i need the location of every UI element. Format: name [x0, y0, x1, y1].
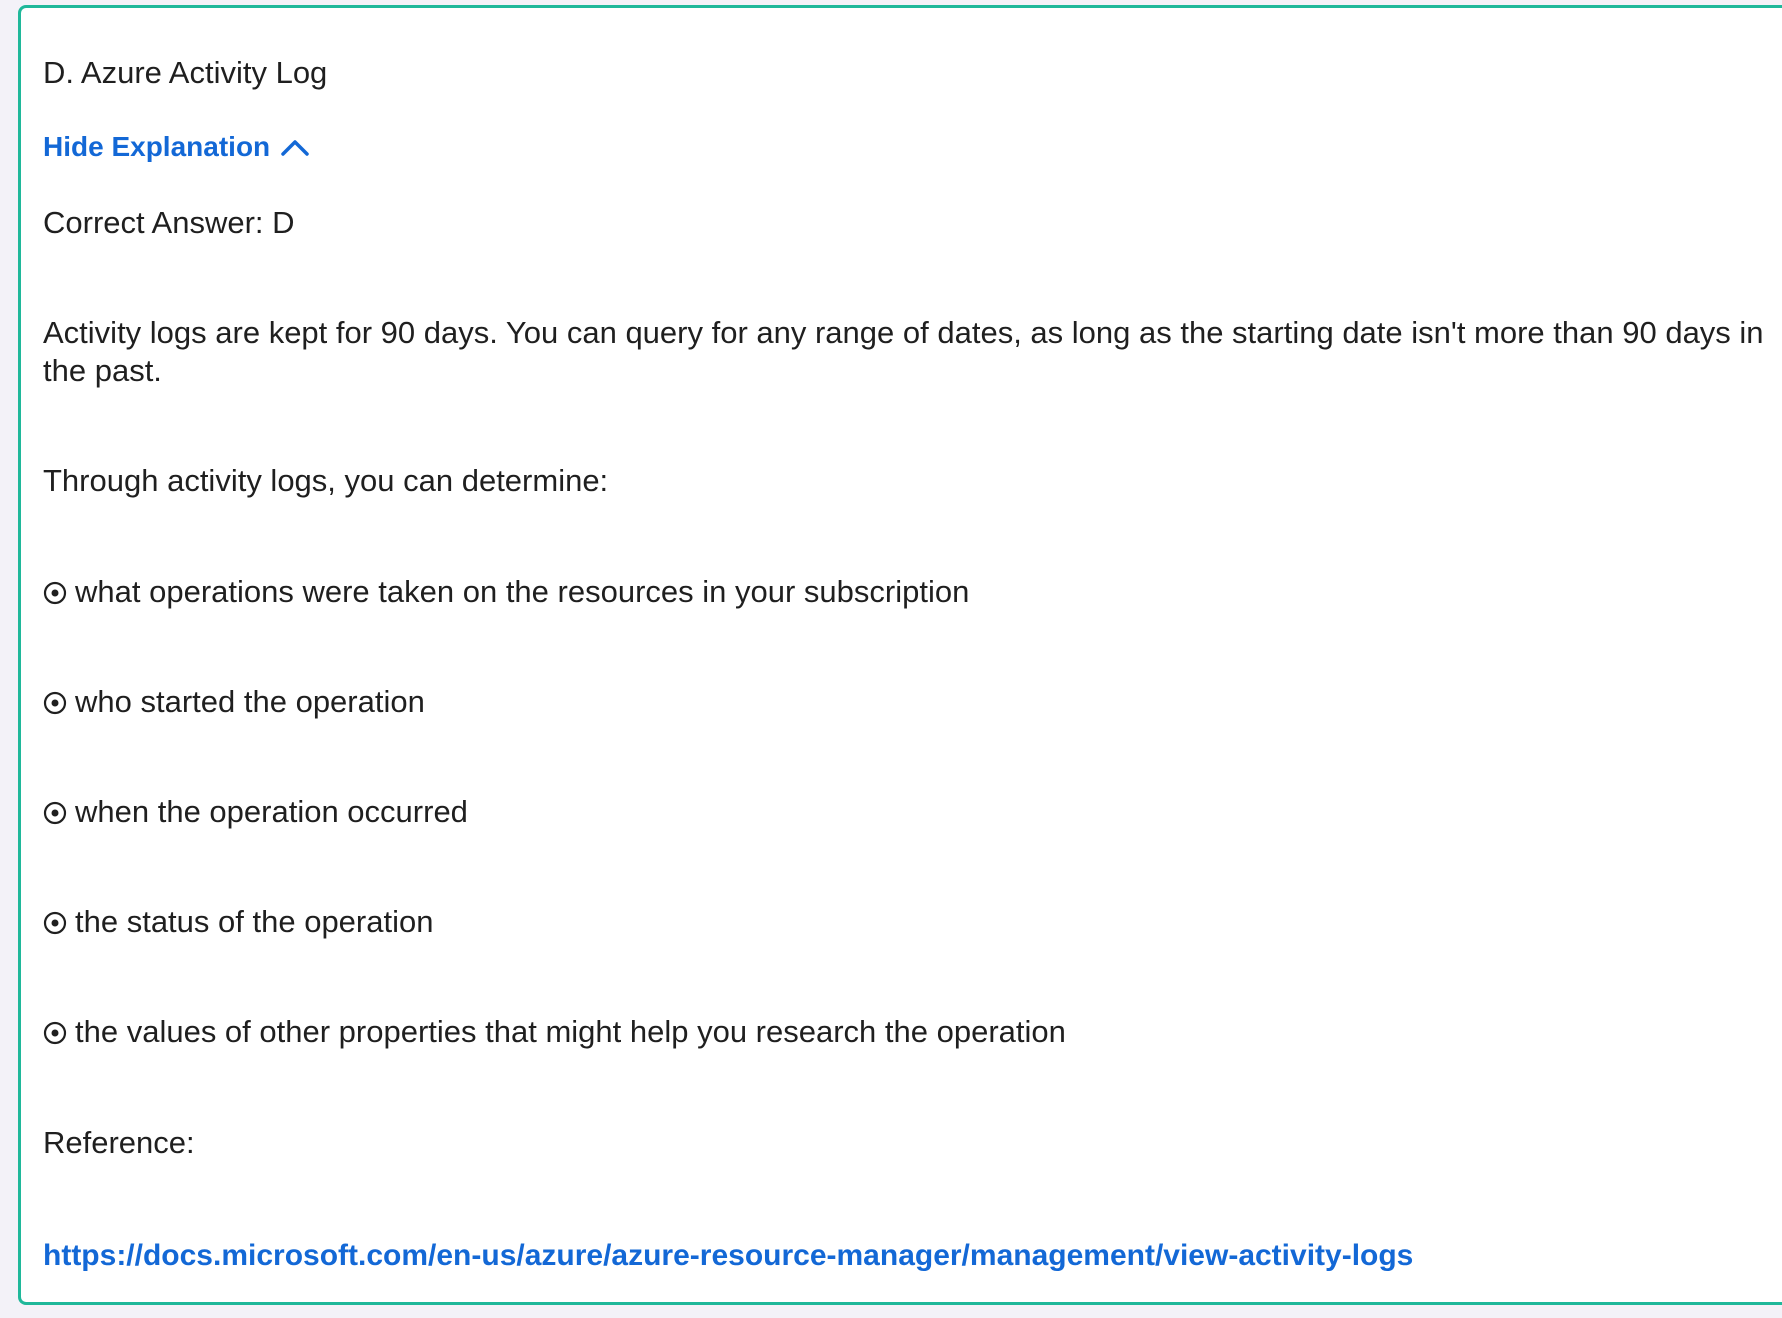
explanation-paragraph: Activity logs are kept for 90 days. You …	[43, 315, 1764, 388]
list-item: what operations were taken on the resour…	[43, 573, 969, 611]
circle-dot-icon	[43, 911, 67, 935]
explanation-card: D. Azure Activity Log Hide Explanation C…	[18, 5, 1782, 1305]
hide-explanation-toggle[interactable]: Hide Explanation	[43, 130, 310, 164]
circle-dot-icon	[43, 581, 67, 605]
list-item-text: who started the operation	[75, 684, 425, 719]
explanation-intro: Through activity logs, you can determine…	[43, 463, 609, 498]
circle-dot-icon	[43, 1021, 67, 1045]
list-item-text: when the operation occurred	[75, 794, 468, 829]
list-item: the status of the operation	[43, 903, 433, 941]
circle-dot-icon	[43, 801, 67, 825]
reference-label: Reference:	[43, 1125, 195, 1160]
list-item: the values of other properties that migh…	[43, 1013, 1066, 1051]
list-item-text: the values of other properties that migh…	[75, 1014, 1066, 1049]
correct-answer: Correct Answer: D	[43, 205, 295, 240]
circle-dot-icon	[43, 691, 67, 715]
list-item: who started the operation	[43, 683, 425, 721]
answer-option: D. Azure Activity Log	[43, 55, 328, 90]
toggle-label: Hide Explanation	[43, 131, 271, 162]
list-item-text: the status of the operation	[75, 904, 434, 939]
list-item-text: what operations were taken on the resour…	[75, 574, 970, 609]
reference-link[interactable]: https://docs.microsoft.com/en-us/azure/a…	[43, 1238, 1413, 1274]
chevron-up-icon	[281, 140, 309, 156]
list-item: when the operation occurred	[43, 793, 468, 831]
